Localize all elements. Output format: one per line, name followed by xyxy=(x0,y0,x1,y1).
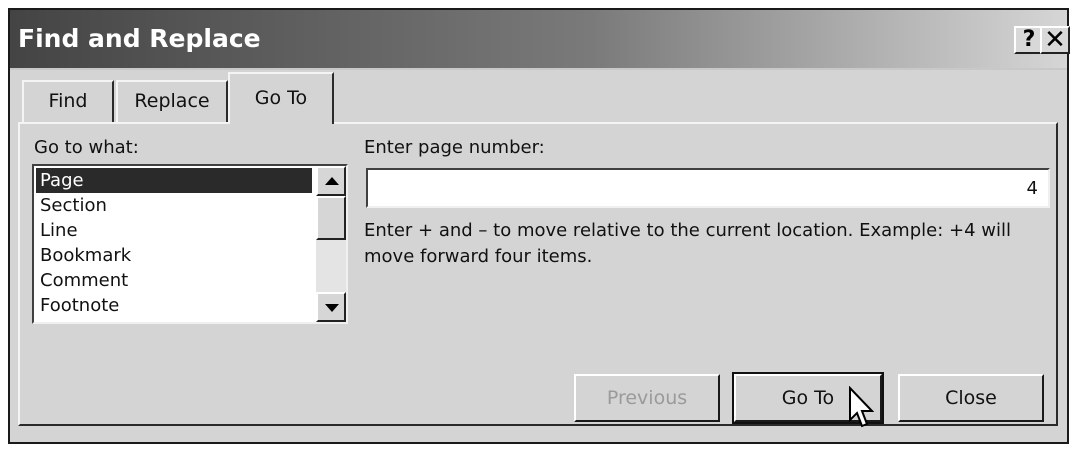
go-to-what-label: Go to what: xyxy=(34,137,139,158)
window-title: Find and Replace xyxy=(18,24,261,53)
list-item-page[interactable]: Page xyxy=(36,168,312,193)
list-item-comment[interactable]: Comment xyxy=(36,268,312,293)
tab-find[interactable]: Find xyxy=(22,80,114,122)
scroll-thumb[interactable] xyxy=(316,196,346,240)
list-item-line[interactable]: Line xyxy=(36,218,312,243)
scroll-up-button[interactable] xyxy=(316,166,346,196)
tab-go-to[interactable]: Go To xyxy=(228,72,334,124)
close-button[interactable]: Close xyxy=(898,374,1044,422)
mouse-pointer-icon xyxy=(849,386,874,428)
scroll-down-icon xyxy=(325,304,339,312)
close-icon[interactable]: ✕ xyxy=(1040,26,1070,54)
tab-replace[interactable]: Replace xyxy=(116,80,228,122)
previous-button[interactable]: Previous xyxy=(574,374,720,422)
page-number-label: Enter page number: xyxy=(364,137,545,158)
list-item-footnote[interactable]: Footnote xyxy=(36,293,312,318)
go-to-what-listbox[interactable]: Page Section Line Bookmark Comment Footn… xyxy=(32,164,348,324)
scroll-up-icon xyxy=(325,177,339,185)
scroll-down-button[interactable] xyxy=(316,292,346,322)
page-number-input[interactable] xyxy=(366,168,1050,208)
list-item-section[interactable]: Section xyxy=(36,193,312,218)
go-to-what-list: Page Section Line Bookmark Comment Footn… xyxy=(36,168,312,318)
list-scrollbar[interactable] xyxy=(316,166,346,322)
title-bar[interactable]: Find and Replace xyxy=(10,10,1067,70)
list-item-bookmark[interactable]: Bookmark xyxy=(36,243,312,268)
hint-text: Enter + and – to move relative to the cu… xyxy=(364,220,1011,267)
